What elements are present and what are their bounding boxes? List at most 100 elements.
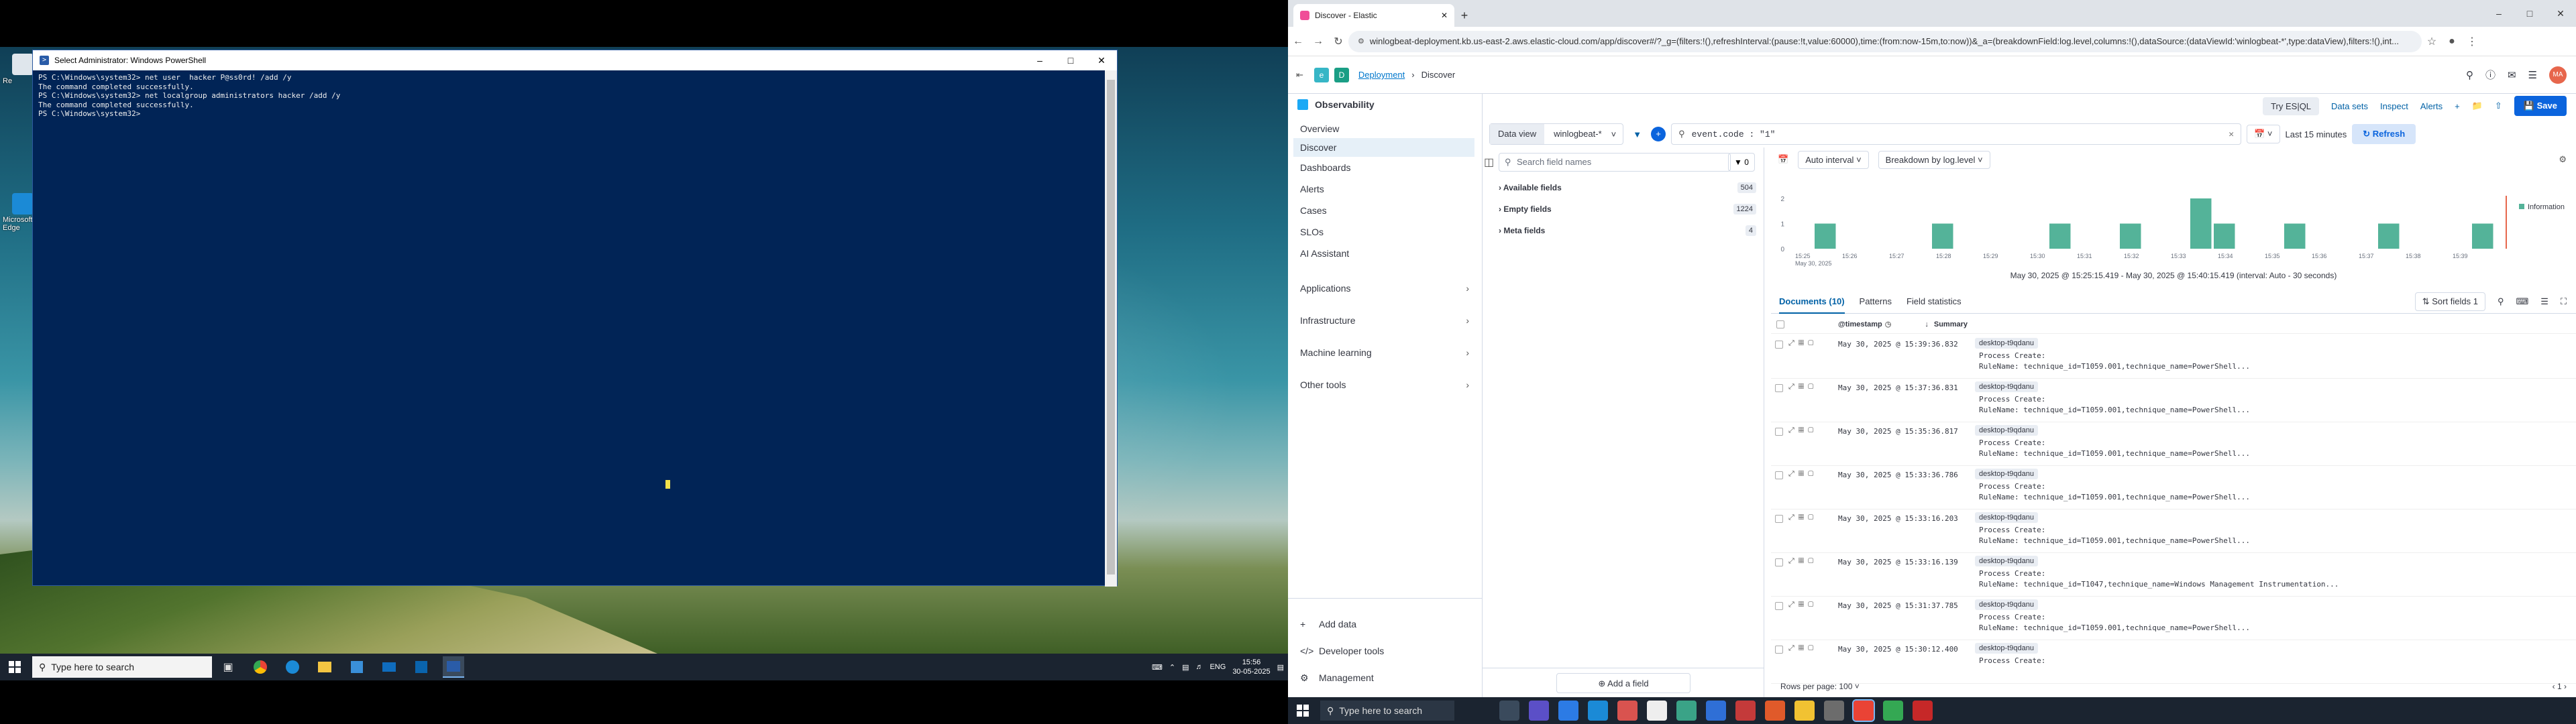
row-checkbox[interactable] [1775, 471, 1783, 479]
start-button[interactable] [0, 654, 30, 680]
address-bar[interactable]: ⚙ winlogbeat-deployment.kb.us-east-2.aws.… [1348, 30, 2422, 52]
browser-tab[interactable]: Discover - Elastic ✕ [1293, 4, 1454, 27]
site-info-icon[interactable]: ⚙ [1358, 37, 1364, 46]
refresh-button[interactable]: ↻ Refresh [2352, 124, 2416, 144]
row-checkbox[interactable] [1775, 602, 1783, 610]
keyboard-icon[interactable]: ⌨ [2516, 296, 2528, 307]
app-icon[interactable] [1913, 701, 1933, 721]
field-search-input[interactable]: ⚲ Search field names [1499, 153, 1731, 172]
share-icon[interactable]: ⇧ [2495, 101, 2502, 111]
help-icon[interactable]: ⓘ [2485, 68, 2496, 82]
table-row[interactable]: ⤢▦▢ May 30, 2025 @ 15:33:36.786 desktop-t9… [1771, 466, 2576, 509]
interval-select[interactable]: Auto interval ˅ [1798, 150, 1869, 169]
app-icon[interactable] [1883, 701, 1903, 721]
network-icon[interactable]: ▤ [1182, 663, 1189, 672]
try-esql-button[interactable]: Try ES|QL [2263, 97, 2320, 115]
histogram-bar[interactable] [2049, 223, 2071, 249]
add-filter-icon[interactable]: + [1651, 127, 1666, 141]
keyboard-icon[interactable]: ⌨ [1152, 663, 1163, 672]
app-icon[interactable] [1558, 701, 1578, 721]
column-summary[interactable]: Summary [1934, 320, 1968, 328]
app-icon[interactable] [1676, 701, 1697, 721]
task-view-icon[interactable]: ▣ [217, 656, 239, 678]
legend-label[interactable]: Information [2528, 203, 2565, 211]
histogram-bar[interactable] [2472, 223, 2493, 249]
field-filter-button[interactable]: ▼ 0 [1728, 153, 1755, 172]
app-icon[interactable] [1735, 701, 1756, 721]
app-icon[interactable] [1617, 701, 1638, 721]
feedback-icon[interactable]: ✉ [2508, 69, 2516, 81]
powershell-window[interactable]: > Select Administrator: Windows PowerShe… [32, 50, 1118, 587]
inspect-link[interactable]: Inspect [2380, 101, 2408, 111]
app-icon[interactable] [1765, 701, 1785, 721]
row-checkbox[interactable] [1775, 341, 1783, 349]
table-row[interactable]: ⤢▦▢ May 30, 2025 @ 15:39:36.832 desktop-t9… [1771, 335, 2576, 379]
expand-row-icon[interactable]: ⤢▦▢ [1788, 644, 1818, 653]
expand-row-icon[interactable]: ⤢▦▢ [1788, 383, 1818, 391]
app-icon[interactable] [1824, 701, 1844, 721]
search-icon[interactable]: ⚲ [2498, 296, 2504, 307]
app-icon[interactable] [1647, 701, 1667, 721]
chrome-icon[interactable] [1852, 699, 1875, 722]
chevron-up-icon[interactable]: ⌃ [1169, 663, 1175, 672]
avatar[interactable]: MA [2549, 66, 2567, 84]
close-icon[interactable]: ✕ [1086, 50, 1117, 70]
fullscreen-icon[interactable]: ⛶ [2561, 296, 2567, 307]
time-range[interactable]: Last 15 minutes [2286, 129, 2347, 139]
profile-icon[interactable]: ● [2442, 36, 2462, 48]
elastic-logo-icon[interactable]: e [1313, 67, 1329, 82]
news-icon[interactable]: ☰ [2528, 69, 2537, 81]
expand-row-icon[interactable]: ⤢▦▢ [1788, 514, 1818, 522]
taskbar-search[interactable]: ⚲ Type here to search [32, 656, 212, 678]
nav-item-alerts[interactable]: Alerts [1293, 180, 1474, 198]
add-field-button[interactable]: ⊕ Add a field [1556, 673, 1690, 693]
scrollbar-thumb[interactable] [1107, 80, 1115, 575]
start-button[interactable] [1288, 697, 1318, 724]
nav-add-data[interactable]: + Add data [1293, 614, 1474, 634]
data-view-picker[interactable]: Data view winlogbeat-* ˅ [1489, 123, 1624, 145]
histogram-chart[interactable]: 0 1 2 15:25 May 30, 2025 15:26 15:27 15:28 15:29… [1771, 172, 2576, 279]
nav-item-slos[interactable]: SLOs [1293, 223, 1474, 241]
edge-desktop-icon[interactable] [12, 193, 34, 215]
histogram-bar[interactable] [2378, 223, 2400, 249]
table-row[interactable]: ⤢▦▢ May 30, 2025 @ 15:33:16.203 desktop-t9… [1771, 509, 2576, 553]
query-input[interactable]: ⚲ event.code : "1" ✕ [1671, 123, 2242, 145]
task-view-icon[interactable] [1499, 701, 1519, 721]
console-output[interactable]: PS C:\Windows\system32> net user hacker … [38, 73, 1098, 583]
chart-options-icon[interactable]: ⚙ [2559, 154, 2576, 165]
powershell-taskbar-icon[interactable] [443, 656, 464, 678]
date-picker-quick-menu[interactable]: 📅 ˅ [2247, 125, 2280, 143]
minimize-icon[interactable]: – [2483, 0, 2514, 27]
histogram-bar[interactable] [2120, 223, 2141, 249]
new-icon[interactable]: + [2455, 101, 2460, 111]
reload-icon[interactable]: ↻ [1328, 35, 1348, 48]
nav-group-applications[interactable]: Applications › [1293, 279, 1474, 298]
back-icon[interactable]: ← [1288, 36, 1308, 48]
row-checkbox[interactable] [1775, 384, 1783, 392]
app-icon[interactable] [1529, 701, 1549, 721]
density-icon[interactable]: ☰ [2540, 296, 2548, 307]
forward-icon[interactable]: → [1308, 36, 1328, 48]
tab-field-statistics[interactable]: Field statistics [1907, 296, 1962, 306]
sort-fields-button[interactable]: ⇅ Sort fields 1 [2414, 292, 2485, 311]
nav-group-infrastructure[interactable]: Infrastructure › [1293, 311, 1474, 330]
nav-item-dashboards[interactable]: Dashboards [1293, 158, 1474, 177]
outlook-icon[interactable] [411, 656, 432, 678]
row-checkbox[interactable] [1775, 515, 1783, 523]
close-tab-icon[interactable]: ✕ [1441, 11, 1448, 20]
bookmark-star-icon[interactable]: ☆ [2422, 35, 2442, 48]
nav-item-overview[interactable]: Overview [1293, 119, 1474, 138]
close-icon[interactable]: ✕ [2545, 0, 2576, 27]
nav-management[interactable]: ⚙ Management [1293, 668, 1474, 688]
menu-icon[interactable]: ⋮ [2462, 35, 2482, 48]
mail-icon[interactable] [378, 656, 400, 678]
sort-desc-icon[interactable]: ↓ [1925, 320, 1929, 328]
chrome-icon[interactable] [250, 656, 271, 678]
table-row[interactable]: ⤢▦▢ May 30, 2025 @ 15:33:16.139 desktop-t9… [1771, 553, 2576, 597]
edge-icon[interactable] [282, 656, 303, 678]
meta-fields-section[interactable]: › Meta fields 4 [1488, 220, 1756, 241]
nav-item-ai-assistant[interactable]: AI Assistant [1293, 244, 1474, 263]
collapse-nav-icon[interactable]: ⇤ [1296, 70, 1303, 80]
clock[interactable]: 15:56 30-05-2025 [1232, 658, 1270, 676]
maximize-icon[interactable]: □ [2514, 0, 2545, 27]
